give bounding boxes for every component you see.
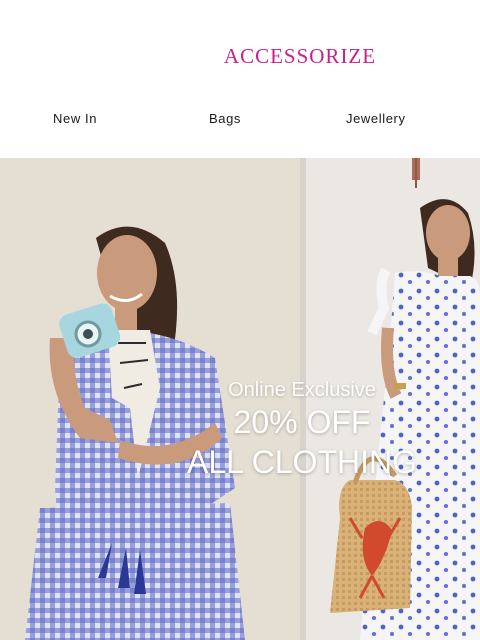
promo-overlay: Online Exclusive 20% OFF ALL CLOTHING [152, 378, 452, 482]
hero-banner[interactable]: Online Exclusive 20% OFF ALL CLOTHING [0, 158, 480, 640]
promo-headline-line2: ALL CLOTHING [187, 444, 417, 480]
nav-new-in[interactable]: New In [53, 111, 97, 126]
site-header: ACCESSORIZE New In Bags Jewellery [0, 0, 480, 158]
promo-headline-line1: 20% OFF [233, 404, 371, 440]
promo-eyebrow: Online Exclusive [228, 379, 376, 401]
nav-jewellery[interactable]: Jewellery [346, 111, 406, 126]
nav-bags[interactable]: Bags [209, 111, 241, 126]
brand-logo[interactable]: ACCESSORIZE [0, 44, 480, 69]
